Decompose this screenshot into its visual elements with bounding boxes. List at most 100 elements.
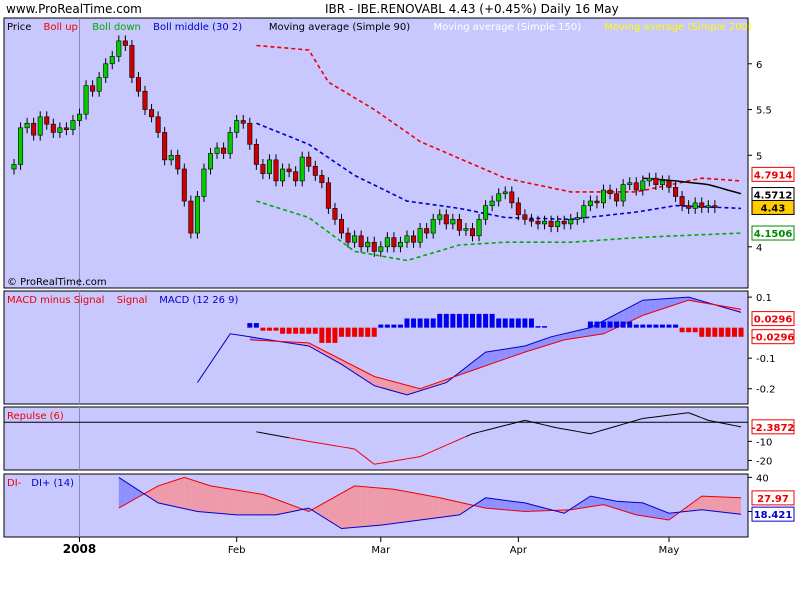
di-fill (374, 487, 381, 526)
candle-body (63, 127, 69, 130)
macd-tag-0: 0.0296 (751, 311, 795, 327)
macd-histogram-bar (718, 327, 724, 337)
macd-histogram-bar (614, 321, 620, 328)
di-fill (256, 493, 263, 515)
macd-histogram-bar (607, 321, 613, 328)
di-fill (158, 483, 165, 505)
di-fill (269, 496, 276, 515)
candle-body (273, 159, 279, 182)
di-tag-1-text: 18.421 (754, 510, 793, 521)
candle (299, 151, 305, 187)
macd-histogram-bar (378, 324, 384, 328)
candle-body (181, 168, 187, 202)
macd-histogram-bar (522, 318, 528, 328)
price-tag-3-text: 4.1506 (754, 229, 793, 240)
price-legend-1: Boll up (44, 22, 78, 33)
candle-body (83, 85, 89, 115)
price-legend-0: Price (7, 22, 31, 33)
candle-body (574, 217, 580, 220)
candle-body (227, 132, 233, 154)
candle-body (483, 205, 489, 220)
candle (83, 80, 89, 120)
di-tag-0: 27.97 (751, 490, 795, 506)
candle-body (332, 208, 338, 220)
candle-body (122, 40, 128, 46)
macd-histogram-bar (620, 321, 626, 328)
di-fill (505, 500, 512, 511)
price-legend-5: Moving average (Simple 150) (434, 22, 582, 33)
di-fill (203, 483, 211, 513)
candle-body (397, 241, 403, 248)
candle-body (463, 228, 469, 231)
candle-body (168, 154, 174, 161)
candle-body (44, 116, 50, 125)
macd-histogram-bar (627, 321, 633, 328)
candle-body (293, 171, 299, 182)
di-fill (439, 497, 447, 518)
candle-body (24, 122, 30, 129)
candle-body (679, 196, 685, 206)
repulse-ticklabel-1: -20 (756, 456, 772, 467)
di-fill (243, 491, 250, 515)
macd-histogram-bar (456, 313, 462, 328)
candle-body (142, 90, 148, 110)
x-label-1: Feb (228, 545, 246, 556)
di-fill (171, 479, 178, 508)
candle-body (542, 220, 548, 225)
candle-body (581, 205, 587, 218)
di-fill (223, 488, 231, 515)
macd-histogram-bar (437, 313, 443, 328)
di-legend-1: DI+ (14) (31, 478, 74, 489)
price-ticklabel-0: 6 (756, 60, 762, 71)
candle-body (607, 189, 613, 195)
candle-body (594, 200, 600, 204)
macd-histogram-bar (686, 327, 692, 333)
x-label-3: Apr (510, 545, 528, 556)
candle-body (587, 200, 593, 206)
chart-canvas[interactable]: Price Boll up Boll down Boll middle (30 2) M… (0, 0, 800, 600)
candle (162, 126, 168, 166)
di-fill (400, 490, 407, 523)
macd-histogram-bar (358, 327, 364, 337)
di-fill (721, 496, 728, 513)
candle-body (96, 77, 102, 92)
candle-body (522, 214, 528, 220)
di-fill (249, 492, 257, 515)
macd-histogram-bar (352, 327, 358, 337)
di-fill (452, 500, 460, 516)
candle-body (443, 214, 449, 225)
macd-histogram-bar (424, 318, 430, 328)
candle-body (391, 237, 397, 248)
candle-body (240, 120, 246, 124)
macd-histogram-bar (483, 313, 489, 328)
candle-body (378, 246, 384, 252)
macd-ticklabel-0: 0.1 (756, 293, 772, 304)
di-legend-0: DI- (7, 478, 22, 489)
candle-body (37, 116, 43, 136)
macd-histogram-bar (345, 327, 351, 337)
candle-body (614, 193, 620, 202)
candle-body (535, 220, 541, 225)
price-tag-1-text: 4.5712 (754, 191, 793, 202)
macd-histogram-bar (640, 324, 646, 328)
macd-histogram-bar (266, 327, 272, 331)
macd-histogram-bar (470, 313, 475, 328)
price-tag-1: 4.5712 (751, 187, 795, 203)
di-fill (393, 489, 401, 524)
macd-ticklabel-2: -0.2 (756, 385, 776, 396)
macd-histogram-bar (365, 327, 371, 337)
candle-body (299, 156, 305, 182)
candle-body (221, 147, 227, 154)
repulse-legend-0: Repulse (6) (7, 411, 64, 422)
macd-histogram-bar (646, 324, 652, 328)
macd-histogram-bar (280, 327, 286, 334)
macd-ticklabel-1: -0.1 (756, 354, 776, 365)
macd-histogram-bar (535, 326, 541, 328)
di-fill (413, 492, 421, 521)
candle-body (404, 235, 410, 243)
candle-body (90, 85, 96, 92)
di-fill (334, 493, 342, 529)
candle-body (476, 219, 482, 237)
macd-histogram-bar (286, 327, 292, 334)
macd-histogram-bar (692, 327, 698, 333)
